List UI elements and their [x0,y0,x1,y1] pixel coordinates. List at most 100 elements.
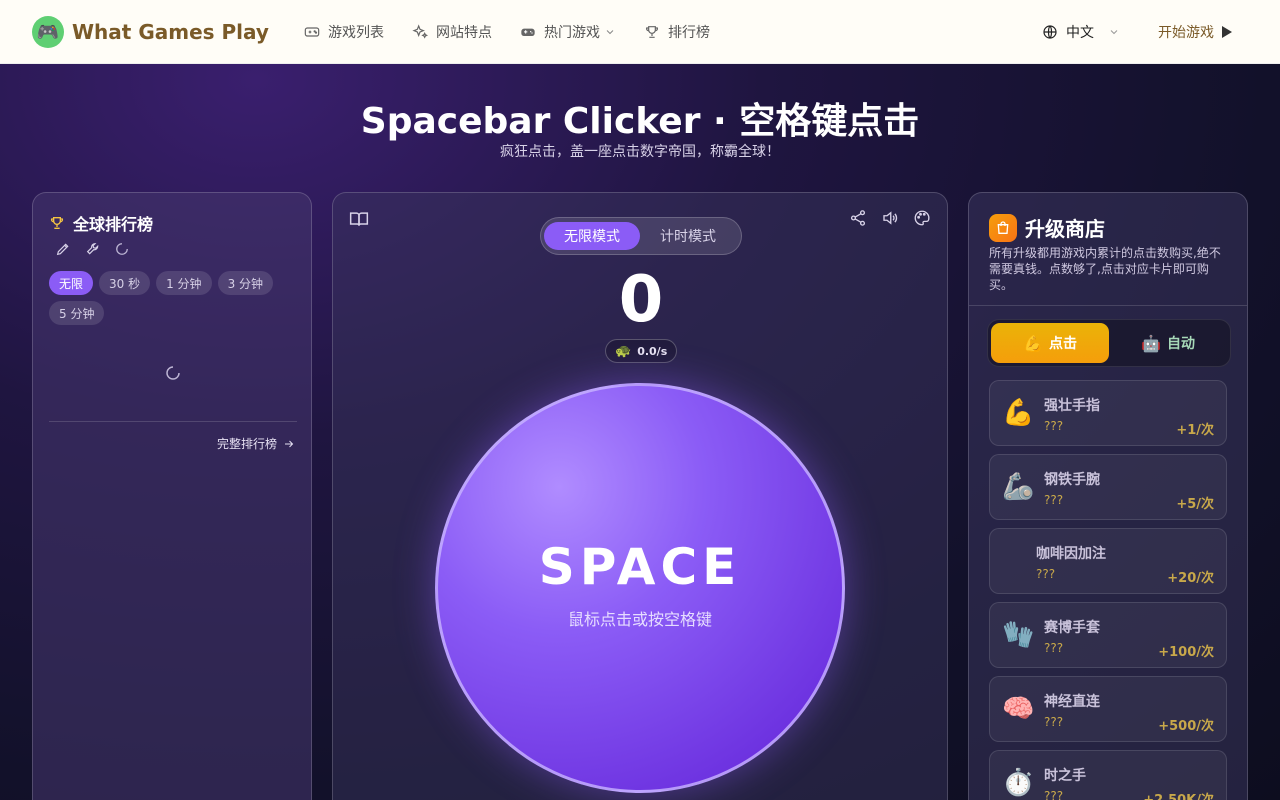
upgrade-item[interactable]: ⏱️ 时之手 ??? +2.50K/次 [989,750,1227,800]
trophy-icon [50,217,64,229]
leaderboard-tools [55,241,143,257]
brand-logo: 🎮 [32,16,64,48]
share-button[interactable] [849,209,867,227]
upgrade-item[interactable]: 咖啡因加注 ??? +20/次 [989,528,1227,594]
nav-link-label: 排行榜 [668,25,710,41]
flexed-biceps-icon: 💪 [1023,333,1043,353]
upgrade-gain: +500/次 [1158,719,1214,734]
mode-toggle: 无限模式 计时模式 [540,217,742,255]
tab-label: 点击 [1048,336,1077,352]
rate-value: 0.0/s [637,344,668,358]
nav-right: 中文 开始游戏 [1042,0,1232,64]
upgrade-price: ??? [1044,493,1064,507]
nav-link-features[interactable]: 网站特点 [412,22,492,42]
divider [49,421,297,422]
shop-title: 升级商店 [1025,217,1105,241]
top-nav: 🎮 What Games Play 游戏列表 网站特点 热门游戏 排行榜 中文 … [0,0,1280,64]
leaderboard-title-text: 全球排行榜 [73,215,154,234]
spinner-icon [166,366,180,380]
nav-link-game-list[interactable]: 游戏列表 [304,22,384,42]
turtle-icon: 🐢 [615,343,632,359]
brand[interactable]: 🎮 What Games Play [32,16,269,48]
upgrade-name: 神经直连 [1044,694,1100,710]
tab-auto-upgrades[interactable]: 🤖 自动 [1109,323,1227,363]
upgrade-price: ??? [1044,641,1064,655]
upgrade-name: 强壮手指 [1044,398,1100,414]
globe-icon [1043,25,1057,39]
controller-icon [521,28,535,36]
leaderboard-panel: 全球排行榜 无限 30 秒 1 分钟 3 分钟 5 分钟 完整排行榜 [32,192,312,800]
upgrade-gain: +100/次 [1158,645,1214,660]
shop-tabs: 💪 点击 🤖 自动 [987,319,1231,367]
upgrade-item[interactable]: 🧤 赛博手套 ??? +100/次 [989,602,1227,668]
upgrade-name: 赛博手套 [1044,620,1100,636]
space-button-hint: 鼠标点击或按空格键 [567,610,712,629]
book-open-icon [349,212,369,226]
leaderboard-title: 全球排行榜 [49,211,153,235]
volume-icon [883,211,898,225]
page-title: Spacebar Clicker · 空格键点击 [360,101,920,142]
settings-button[interactable] [85,241,101,257]
mode-unlimited[interactable]: 无限模式 [544,222,640,250]
brand-name: What Games Play [72,20,269,44]
language-label: 中文 [1066,25,1094,41]
mode-timed[interactable]: 计时模式 [640,222,736,250]
page-subtitle: 疯狂点击，盖一座点击数字帝国，称霸全球！ [500,144,780,160]
play-icon [1222,26,1232,38]
nav-links: 游戏列表 网站特点 热门游戏 排行榜 [304,0,738,64]
shopping-bag-icon [989,213,1017,242]
upgrade-gain: +2.50K/次 [1143,789,1214,800]
chip-5min[interactable]: 5 分钟 [49,301,105,325]
leaderboard-loading [165,365,181,385]
tab-click-upgrades[interactable]: 💪 点击 [991,323,1109,363]
upgrade-gain: +20/次 [1167,571,1214,586]
upgrade-item[interactable]: 🧠 神经直连 ??? +500/次 [989,676,1227,742]
upgrade-gain: +5/次 [1176,497,1214,512]
upgrade-price: ??? [1036,567,1056,581]
trophy-icon [645,26,659,38]
tab-label: 自动 [1166,336,1195,352]
loading-spinner [115,242,129,256]
sound-button[interactable] [881,209,899,227]
chip-1min[interactable]: 1 分钟 [156,271,212,295]
start-game-label: 开始游戏 [1158,25,1214,41]
time-filter-chips: 无限 30 秒 1 分钟 3 分钟 5 分钟 [49,271,299,331]
chevron-down-icon [606,30,614,35]
upgrade-gain: +1/次 [1176,423,1214,438]
pencil-icon [56,243,69,256]
shop-header: 升级商店 [989,213,1105,242]
wrench-icon [86,243,99,255]
nav-link-popular-games[interactable]: 热门游戏 [520,22,616,42]
nav-link-leaderboard[interactable]: 排行榜 [644,22,710,42]
arrow-right-icon [285,440,294,447]
full-leaderboard-label: 完整排行榜 [216,437,277,451]
theme-button[interactable] [913,209,931,227]
gamepad-icon [304,27,320,37]
upgrade-name: 咖啡因加注 [1036,546,1106,562]
clicks-per-second-badge: 🐢 0.0/s [605,339,678,363]
space-click-button[interactable]: SPACE 鼠标点击或按空格键 [435,383,845,793]
flexed-biceps-icon: 💪 [1002,398,1035,428]
rules-button[interactable] [349,209,369,233]
language-selector[interactable]: 中文 [1042,22,1120,42]
upgrade-name: 时之手 [1044,768,1086,784]
upgrade-shop-panel: 升级商店 所有升级都用游戏内累计的点击数购买,绝不需要真钱。点数够了,点击对应卡… [968,192,1248,800]
upgrade-item[interactable]: 🦾 钢铁手腕 ??? +5/次 [989,454,1227,520]
upgrade-price: ??? [1044,715,1064,729]
game-toolbar [835,209,931,227]
spinner-icon [116,243,128,255]
start-game-button[interactable]: 开始游戏 [1158,22,1232,42]
edit-name-button[interactable] [55,241,71,257]
chip-unlimited[interactable]: 无限 [49,271,94,295]
nav-link-label: 热门游戏 [544,25,600,41]
full-leaderboard-link[interactable]: 完整排行榜 [217,435,295,452]
chip-30s[interactable]: 30 秒 [99,271,151,295]
palette-icon [914,210,930,226]
nav-link-label: 游戏列表 [328,25,384,41]
brain-icon: 🧠 [1002,694,1035,724]
upgrade-price: ??? [1044,789,1064,800]
chevron-down-icon [1110,30,1118,35]
chip-3min[interactable]: 3 分钟 [217,271,274,295]
upgrade-item[interactable]: 💪 强壮手指 ??? +1/次 [989,380,1227,446]
stopwatch-icon: ⏱️ [1002,768,1035,798]
